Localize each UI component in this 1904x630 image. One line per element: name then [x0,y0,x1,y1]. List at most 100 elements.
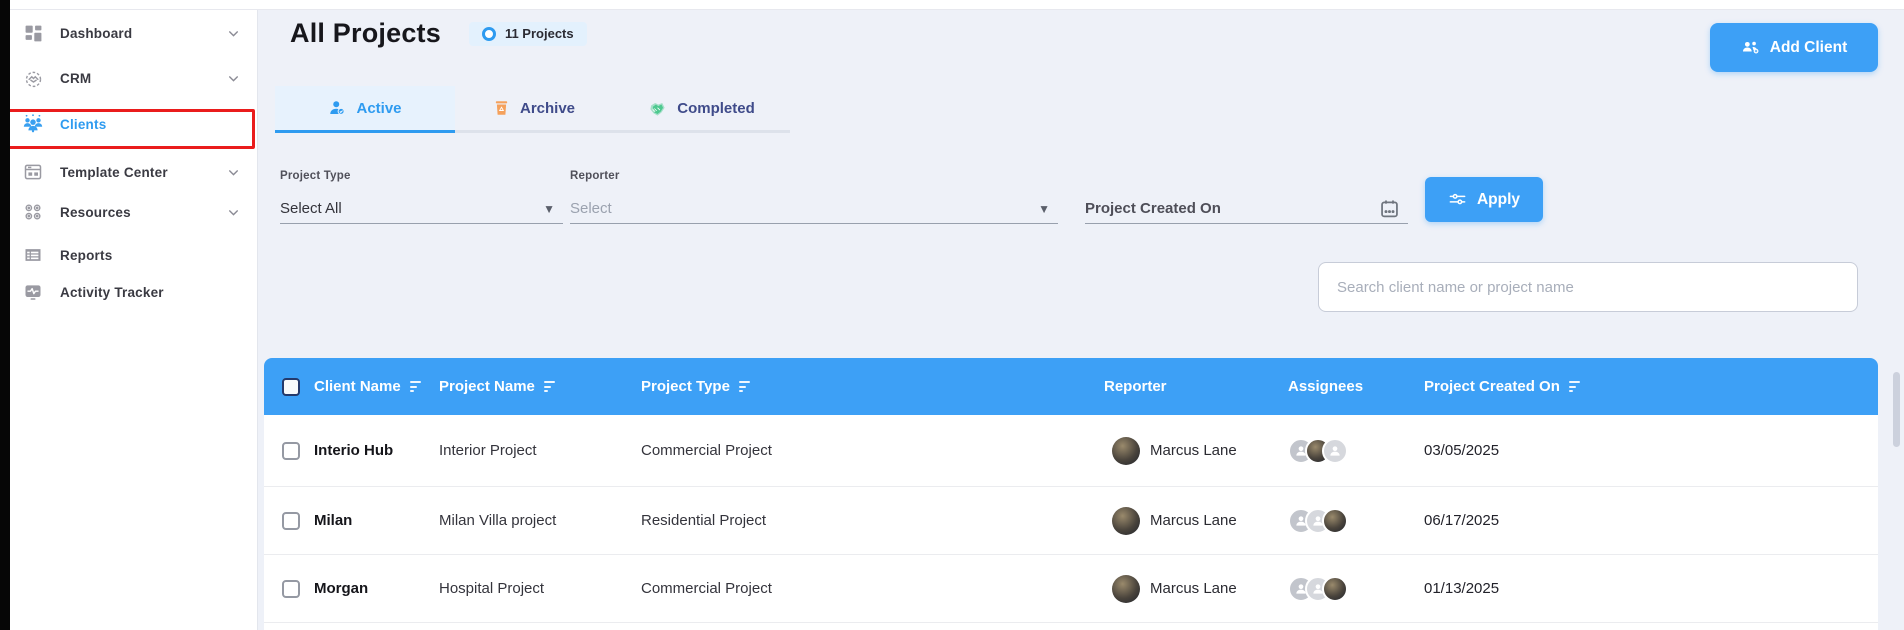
tab-archive[interactable]: Archive [455,86,613,133]
assignee-avatar[interactable] [1322,575,1348,602]
project-type-value: Select All [280,200,342,217]
sidebar: Dashboard CRM Clients Template Center Re… [0,0,258,630]
assignee-avatar[interactable] [1322,437,1348,464]
project-type: Commercial Project [641,442,772,459]
project-name: Hospital Project [439,580,545,597]
assignees-cell [1274,437,1424,464]
date-placeholder: Project Created On [1085,200,1221,217]
reporter-avatar [1112,574,1140,603]
reports-icon [22,244,44,266]
dropdown-arrow-icon: ▼ [543,201,555,216]
client-name: Interio Hub [314,442,394,459]
sidebar-item-template-center[interactable]: Template Center [10,153,256,191]
table-row[interactable]: Interio Hub Interior Project Commercial … [264,415,1878,487]
person-check-icon [328,99,346,117]
sidebar-item-dashboard[interactable]: Dashboard [10,14,256,52]
activity-tracker-icon [22,281,44,303]
apply-button[interactable]: Apply [1425,177,1543,222]
add-client-label: Add Client [1769,38,1848,56]
sidebar-item-label: Resources [60,204,131,220]
tab-label: Active [356,99,402,117]
sidebar-item-label: Template Center [60,164,168,180]
sidebar-item-reports[interactable]: Reports [10,236,256,274]
projects-count-badge: 11 Projects [468,21,587,46]
template-center-icon [22,161,44,183]
window-left-edge [0,0,10,630]
vertical-scrollbar[interactable] [1893,372,1900,447]
search-input[interactable] [1318,262,1858,312]
sidebar-item-label: Dashboard [60,25,133,41]
column-project-created-on[interactable]: Project Created On [1424,378,1878,395]
reporter-cell: Marcus Lane [1104,506,1274,535]
tabs-bar: Active Archive Completed [275,86,790,133]
projects-table: Client Name Project Name Project Type Re… [264,358,1878,630]
project-name: Milan Villa project [439,512,557,529]
clients-icon [22,113,44,135]
reporter-cell: Marcus Lane [1104,436,1274,465]
assignees-cell [1274,507,1424,534]
chevron-down-icon[interactable] [227,72,240,85]
sidebar-item-crm[interactable]: CRM [10,59,256,97]
column-client-name[interactable]: Client Name [314,378,439,395]
reporter-cell: Marcus Lane [1104,574,1274,603]
reporter-select[interactable]: Select ▼ [570,194,1058,224]
reporter-placeholder: Select [570,200,612,217]
table-row[interactable]: Morgan Hospital Project Commercial Proje… [264,555,1878,623]
project-created-date: 03/05/2025 [1424,442,1500,459]
reporter-name: Marcus Lane [1150,442,1237,459]
chevron-down-icon[interactable] [227,166,240,179]
add-client-button[interactable]: Add Client [1710,23,1878,72]
sliders-icon [1448,190,1467,209]
trash-recycle-icon [493,99,510,117]
calendar-icon [1379,198,1408,219]
tab-active[interactable]: Active [275,86,455,133]
projects-count-label: 11 Projects [504,26,574,41]
tab-completed[interactable]: Completed [613,86,790,133]
sort-icon[interactable] [738,381,750,392]
client-name: Milan [314,512,353,529]
sidebar-item-resources[interactable]: Resources [10,193,256,231]
table-row[interactable]: Milan Milan Villa project Residential Pr… [264,487,1878,555]
tab-label: Completed [677,99,755,117]
resources-icon [22,201,44,223]
reporter-name: Marcus Lane [1150,512,1237,529]
assignees-cell [1274,575,1424,602]
reporter-label: Reporter [570,170,620,182]
sort-icon[interactable] [543,381,555,392]
column-reporter: Reporter [1104,378,1167,395]
sidebar-item-label: Reports [60,247,113,263]
top-strip [0,0,1904,10]
column-project-type[interactable]: Project Type [641,378,1104,395]
column-project-name[interactable]: Project Name [439,378,641,395]
assignee-avatar[interactable] [1322,507,1348,534]
select-all-checkbox[interactable] [282,377,300,396]
project-type-label: Project Type [280,170,351,182]
app-window: Dashboard CRM Clients Template Center Re… [0,0,1904,630]
sidebar-item-clients[interactable]: Clients [10,105,256,143]
project-created-date: 06/17/2025 [1424,512,1500,529]
chevron-down-icon[interactable] [227,27,240,40]
column-assignees: Assignees [1288,378,1364,395]
project-created-on-datepicker[interactable]: Project Created On [1085,194,1408,224]
row-checkbox[interactable] [282,511,300,530]
table-header-row: Client Name Project Name Project Type Re… [264,358,1878,415]
client-name: Morgan [314,580,369,597]
project-type-select[interactable]: Select All ▼ [280,194,563,224]
project-type: Commercial Project [641,580,772,597]
row-checkbox[interactable] [282,441,300,460]
sort-icon[interactable] [409,381,421,392]
crm-icon [22,67,44,89]
main-content: All Projects 11 Projects Add Client Acti… [258,0,1904,630]
project-name: Interior Project [439,442,537,459]
sidebar-item-activity-tracker[interactable]: Activity Tracker [10,273,256,311]
add-client-icon [1741,38,1760,57]
project-type: Residential Project [641,512,767,529]
apply-label: Apply [1476,190,1521,208]
handshake-icon [648,99,667,118]
reporter-avatar [1112,506,1140,535]
row-checkbox[interactable] [282,579,300,598]
header-checkbox-cell [264,377,314,396]
sidebar-item-label: Clients [60,116,107,132]
chevron-down-icon[interactable] [227,206,240,219]
sort-icon[interactable] [1568,381,1580,392]
